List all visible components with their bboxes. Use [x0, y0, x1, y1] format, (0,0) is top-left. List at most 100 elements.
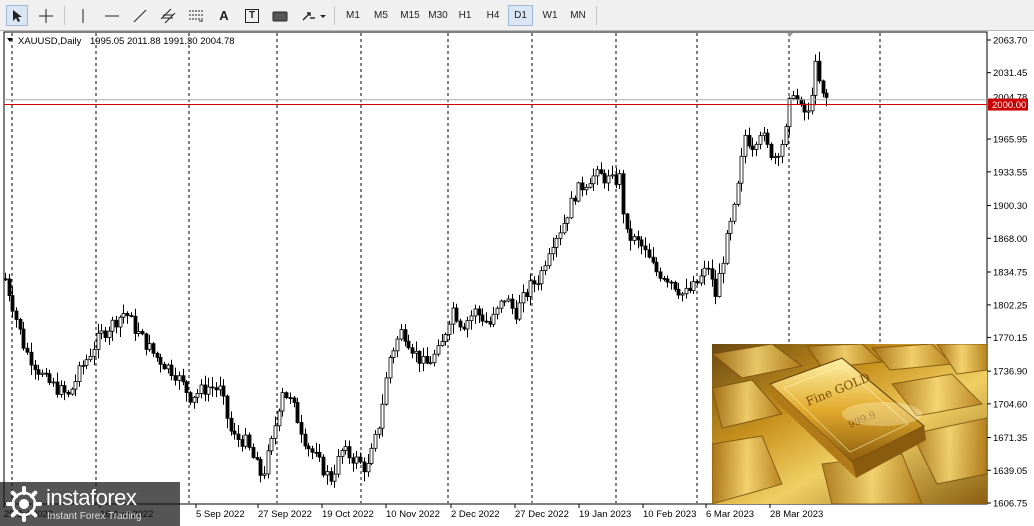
candle-down	[488, 321, 493, 325]
candle-up	[743, 134, 748, 157]
candle-up	[469, 315, 474, 322]
candle-up	[732, 203, 737, 222]
candle-up	[73, 381, 78, 390]
candle-down	[229, 417, 234, 432]
timeframe-m15[interactable]: M15	[396, 5, 424, 26]
candle-down	[292, 397, 297, 403]
candle-up	[576, 182, 581, 202]
candle-down	[821, 80, 826, 94]
candle-down	[303, 433, 308, 447]
text-label-icon[interactable]: T	[240, 5, 264, 26]
timeframe-d1[interactable]: D1	[508, 5, 533, 26]
candle-down	[162, 363, 167, 370]
candle-up	[59, 385, 64, 395]
candle-up	[787, 98, 792, 127]
channel-icon[interactable]	[156, 5, 180, 26]
candle-down	[458, 320, 463, 328]
timeframe-h1[interactable]: H1	[452, 5, 478, 26]
candle-up	[277, 410, 282, 427]
candle-down	[306, 445, 311, 450]
candle-down	[33, 364, 38, 371]
cursor-icon[interactable]	[6, 5, 28, 26]
x-tick-label: 19 Jan 2023	[579, 509, 631, 520]
candle-down	[181, 375, 186, 383]
y-tick-label: 1868.00	[993, 234, 1027, 245]
candle-down	[251, 447, 256, 458]
candle-up	[554, 237, 559, 248]
y-tick-label: 1900.30	[993, 201, 1027, 212]
level-line-label: 2000.00	[992, 100, 1026, 111]
candle-up	[606, 175, 611, 184]
horizontal-line-icon[interactable]	[100, 5, 124, 26]
candle-up	[96, 332, 101, 350]
x-tick-label: 2 Dec 2022	[451, 509, 500, 520]
candle-down	[658, 271, 663, 279]
candle-up	[81, 365, 86, 367]
chart-toolbar: A T M1 M5 M15 M30 H1 H4 D1 W1 MN	[0, 0, 1034, 31]
candle-down	[639, 239, 644, 247]
toolbar-separator	[596, 6, 597, 25]
candle-down	[599, 169, 604, 174]
candle-up	[440, 341, 445, 347]
candle-up	[491, 313, 496, 325]
y-tick-label: 1933.55	[993, 167, 1027, 178]
candle-down	[636, 236, 641, 241]
y-tick-label: 1834.75	[993, 267, 1027, 278]
arrows-icon[interactable]	[298, 5, 328, 26]
candle-down	[454, 307, 459, 322]
candle-down	[532, 280, 537, 285]
vertical-line-icon[interactable]	[72, 5, 94, 26]
timeframe-h4[interactable]: H4	[480, 5, 506, 26]
candle-up	[736, 182, 741, 205]
candle-up	[780, 144, 785, 157]
candle-up	[40, 372, 45, 375]
candle-down	[25, 347, 30, 353]
candle-down	[255, 457, 260, 460]
candle-down	[158, 357, 163, 365]
y-tick-label: 1965.95	[993, 135, 1027, 146]
candle-down	[643, 245, 648, 251]
candle-up	[725, 233, 730, 264]
candle-down	[188, 392, 193, 403]
candle-up	[758, 135, 763, 145]
timeframe-m5[interactable]: M5	[368, 5, 394, 26]
candle-down	[29, 351, 34, 366]
candle-down	[10, 295, 15, 312]
candle-up	[88, 355, 93, 361]
candle-up	[495, 307, 500, 315]
candle-down	[210, 386, 215, 389]
fibonacci-icon[interactable]	[184, 5, 208, 26]
crosshair-icon[interactable]	[34, 5, 58, 26]
candle-up	[432, 353, 437, 364]
candle-down	[295, 402, 300, 423]
timeframe-mn[interactable]: MN	[565, 5, 591, 26]
candle-down	[824, 92, 829, 98]
candle-up	[699, 275, 704, 284]
shapes-icon[interactable]	[268, 5, 292, 26]
candle-down	[462, 326, 467, 330]
candle-down	[236, 433, 241, 440]
candle-up	[110, 319, 115, 332]
candle-up	[536, 283, 541, 286]
candle-down	[673, 281, 678, 290]
candle-up	[473, 308, 478, 317]
timeframe-m1[interactable]: M1	[340, 5, 366, 26]
text-icon[interactable]: A	[212, 5, 236, 26]
brand-name: instaforex	[46, 485, 137, 510]
candle-up	[810, 94, 815, 112]
timeframe-m30[interactable]: M30	[424, 5, 452, 26]
candle-up	[773, 155, 778, 158]
instaforex-watermark: instaforex Instant Forex Trading	[0, 482, 180, 526]
candle-up	[684, 287, 689, 295]
candle-down	[514, 307, 519, 320]
instaforex-logo-icon	[6, 486, 42, 522]
candle-down	[258, 458, 263, 476]
candle-up	[632, 236, 637, 241]
candle-down	[747, 134, 752, 147]
candle-up	[543, 265, 548, 272]
candle-up	[595, 169, 600, 177]
candle-down	[133, 315, 138, 334]
candle-up	[521, 292, 526, 304]
trendline-icon[interactable]	[128, 5, 152, 26]
timeframe-w1[interactable]: W1	[537, 5, 563, 26]
